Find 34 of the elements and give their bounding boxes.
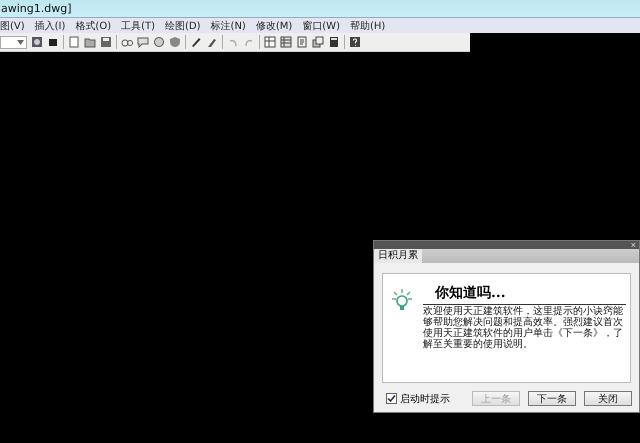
pencil-icon[interactable]: [190, 36, 202, 48]
brush-icon[interactable]: [206, 36, 218, 48]
shield-icon[interactable]: [169, 36, 181, 48]
menu-item[interactable]: 帮助(H): [350, 18, 386, 32]
tip-heading: 你知道吗...: [423, 284, 626, 305]
nav-button[interactable]: 下一条: [528, 391, 576, 406]
tip-message: 欢迎使用天正建筑软件，这里提示的小诀窍能够帮助您解决问题和提高效率。强烈建议首次使用天正建筑软件的用户单击《下一条》，了解至关重要的使用说明。: [423, 306, 624, 350]
checkbox[interactable]: [386, 393, 397, 404]
layer-dropdown[interactable]: [0, 36, 27, 48]
menu-item[interactable]: 修改(M): [256, 18, 292, 32]
close-dialog-button[interactable]: 关闭: [584, 391, 632, 406]
chat-icon[interactable]: [137, 36, 149, 48]
menu-item[interactable]: 图(V): [0, 18, 25, 32]
checkmark-icon: [387, 394, 396, 403]
menu-item[interactable]: 窗口(W): [302, 18, 340, 32]
menu-item[interactable]: 工具(T): [121, 18, 156, 32]
menu-item[interactable]: 标注(N): [210, 18, 246, 32]
menu-item[interactable]: 绘图(D): [165, 18, 201, 32]
checkbox-label: 启动时提示: [400, 392, 450, 406]
folder-icon[interactable]: [84, 36, 96, 48]
menu-item[interactable]: 格式(O): [75, 18, 112, 32]
stack-icon[interactable]: [312, 36, 324, 48]
help-icon[interactable]: [349, 36, 361, 48]
table-icon[interactable]: [264, 36, 276, 48]
grid-icon[interactable]: [280, 36, 292, 48]
startup-checkbox[interactable]: 启动时提示: [386, 392, 450, 406]
calculator-icon[interactable]: [328, 36, 340, 48]
window-title: awing1.dwg]: [1, 2, 72, 15]
dialog-title: 日积月累: [374, 249, 422, 263]
menu-item[interactable]: 插入(I): [34, 18, 66, 32]
page-icon[interactable]: [68, 36, 80, 48]
close-button[interactable]: ×: [628, 241, 639, 249]
document-icon[interactable]: [296, 36, 308, 48]
caret-icon: [17, 40, 24, 44]
